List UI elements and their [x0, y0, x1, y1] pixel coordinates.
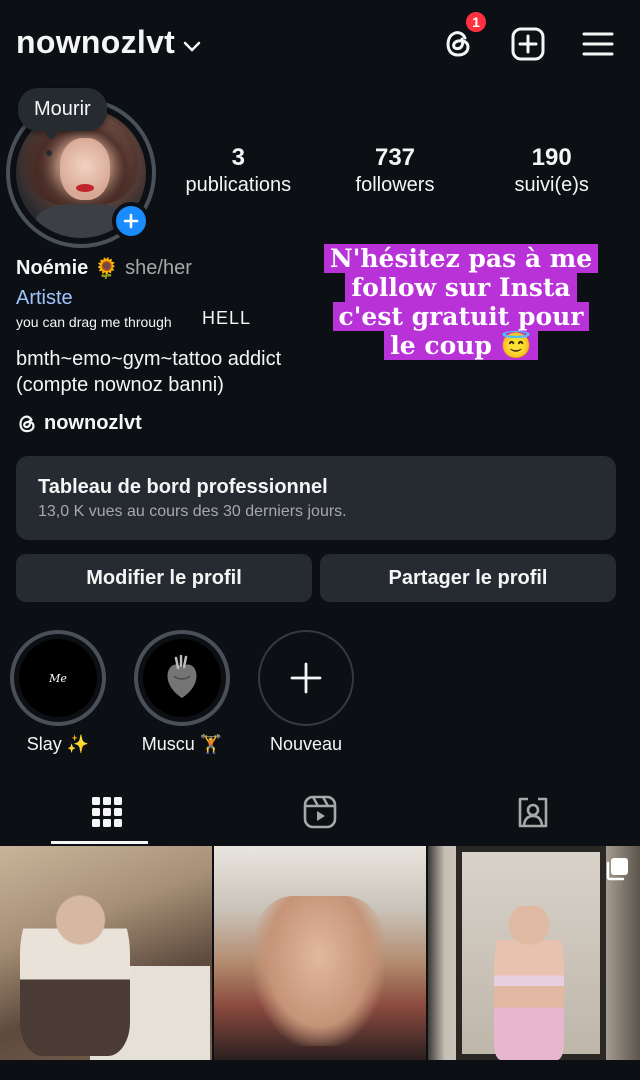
bio-text-2: bmth~emo~gym~tattoo addict (compte nowno… — [16, 346, 326, 398]
highlight-label: Slay ✨ — [26, 734, 90, 754]
stat-label: publications — [185, 174, 292, 196]
note-bubble-tail — [46, 150, 52, 156]
bio-text-1: you can drag me through HELL — [16, 308, 326, 330]
profile-bio: Noémie 🌻 she/her Artiste you can drag me… — [16, 256, 326, 398]
profile-actions: Modifier le profil Partager le profil — [16, 554, 616, 602]
highlight-ring: Me — [10, 630, 106, 726]
followers-count[interactable]: 737 followers — [317, 144, 474, 197]
grid-icon — [91, 797, 122, 827]
dashboard-subtitle: 13,0 K vues au cours des 30 derniers jou… — [38, 503, 347, 520]
profile-stats: 3 publications 737 followers 190 suivi(e… — [160, 144, 630, 197]
bio-tags: bmth~emo~gym~tattoo addict — [16, 348, 282, 370]
caption-line: c'est gratuit pour — [332, 302, 590, 331]
threads-profile-link[interactable]: nownozlvt — [16, 412, 142, 435]
menu-button[interactable] — [578, 24, 618, 64]
notification-badge: 1 — [464, 10, 488, 34]
username-label: nownozlvt — [16, 24, 176, 60]
create-post-button[interactable] — [508, 24, 548, 64]
content-tabs — [0, 780, 640, 844]
bio-note: (compte nownoz banni) — [16, 374, 224, 396]
highlight-slay[interactable]: Me Slay ✨ — [10, 630, 106, 755]
anatomical-heart-icon — [167, 654, 197, 698]
account-switcher[interactable]: nownozlvt — [16, 24, 201, 61]
name-row: Noémie 🌻 she/her — [16, 256, 326, 281]
threads-button[interactable]: 1 — [438, 10, 488, 64]
highlight-label: Nouveau — [269, 734, 343, 754]
pronouns: she/her — [125, 257, 192, 279]
top-bar: nownozlvt 1 — [0, 0, 640, 90]
chevron-down-icon — [183, 24, 201, 61]
edit-profile-button[interactable]: Modifier le profil — [16, 554, 312, 602]
profile-note[interactable]: Mourir — [18, 88, 107, 139]
post-thumbnail[interactable] — [214, 846, 426, 1060]
display-name: Noémie — [16, 257, 89, 279]
stat-value: 190 — [531, 144, 572, 171]
caption-line: le coup 😇 — [384, 331, 538, 360]
tab-reels[interactable] — [213, 780, 426, 844]
caption-line: N'hésitez pas à me — [323, 244, 599, 273]
tagged-icon — [519, 797, 548, 828]
new-highlight-circle — [258, 630, 354, 726]
highlight-cover: Me — [19, 639, 97, 717]
posts-grid — [0, 846, 640, 1060]
add-story-button[interactable] — [112, 202, 150, 240]
posts-count[interactable]: 3 publications — [160, 144, 317, 197]
post-thumbnail[interactable] — [428, 846, 640, 1060]
following-count[interactable]: 190 suivi(e)s — [473, 144, 630, 197]
highlight-ring — [134, 630, 230, 726]
highlight-label: Muscu 🏋️ — [141, 734, 223, 754]
stat-value: 3 — [231, 144, 246, 171]
share-profile-button[interactable]: Partager le profil — [320, 554, 616, 602]
plus-square-icon — [511, 27, 545, 61]
reels-icon — [303, 795, 337, 829]
new-highlight[interactable]: Nouveau — [258, 630, 354, 755]
highlight-muscu[interactable]: Muscu 🏋️ — [134, 630, 230, 755]
stat-label: followers — [355, 174, 435, 196]
stat-value: 737 — [374, 144, 416, 171]
threads-handle: nownozlvt — [44, 412, 142, 434]
stat-label: suivi(e)s — [514, 174, 589, 196]
tab-tagged[interactable] — [427, 780, 640, 844]
highlight-cover — [143, 639, 221, 717]
tab-posts[interactable] — [0, 780, 213, 844]
hamburger-icon — [582, 32, 614, 56]
carousel-icon — [606, 858, 628, 881]
plus-icon — [123, 213, 139, 229]
professional-dashboard[interactable]: Tableau de bord professionnel 13,0 K vue… — [16, 456, 616, 540]
overlay-caption: N'hésitez pas à me follow sur Insta c'es… — [316, 244, 606, 360]
caption-line: follow sur Insta — [345, 273, 577, 302]
category-label: Artiste — [16, 287, 73, 309]
post-thumbnail[interactable] — [0, 846, 212, 1060]
bio-hell-text: HELL — [202, 308, 252, 328]
story-highlights: Me Slay ✨ Muscu 🏋️ Nouveau — [10, 630, 354, 755]
threads-icon — [19, 415, 35, 432]
bio-phrase: you can drag me through — [16, 314, 172, 330]
plus-icon — [290, 662, 322, 694]
dashboard-title: Tableau de bord professionnel — [38, 476, 328, 498]
sunflower-emoji: 🌻 — [94, 258, 120, 280]
